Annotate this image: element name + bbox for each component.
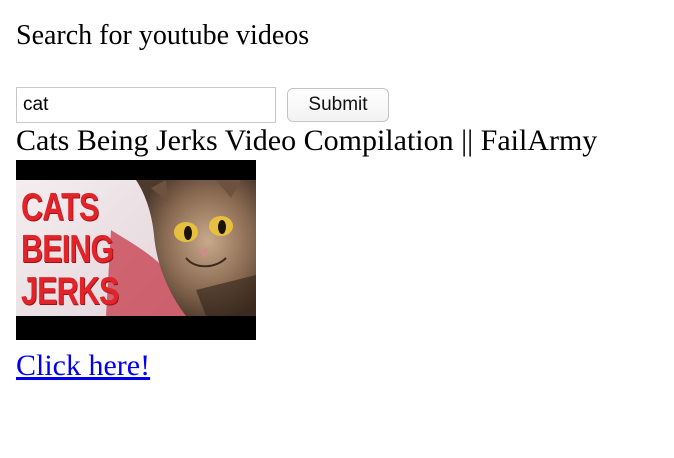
- thumbnail-text-line: CATS: [21, 186, 99, 229]
- submit-button[interactable]: Submit: [287, 88, 389, 122]
- thumbnail-image: CATS BEING JERKS: [16, 180, 256, 316]
- video-thumbnail: CATS BEING JERKS: [16, 160, 256, 340]
- page-title: Search for youtube videos: [16, 20, 310, 51]
- thumbnail-text-line: JERKS: [21, 270, 119, 313]
- video-link[interactable]: Click here!: [16, 348, 150, 384]
- thumbnail-text-line: BEING: [21, 228, 114, 271]
- video-title: Cats Being Jerks Video Compilation || Fa…: [16, 124, 598, 157]
- search-input[interactable]: [16, 87, 276, 123]
